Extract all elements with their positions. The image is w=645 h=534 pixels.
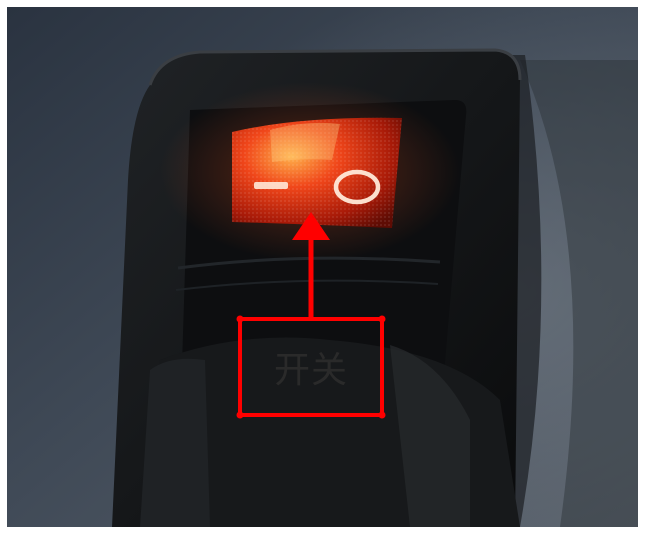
photo-scene <box>0 0 645 534</box>
rocker-switch[interactable] <box>232 117 402 228</box>
